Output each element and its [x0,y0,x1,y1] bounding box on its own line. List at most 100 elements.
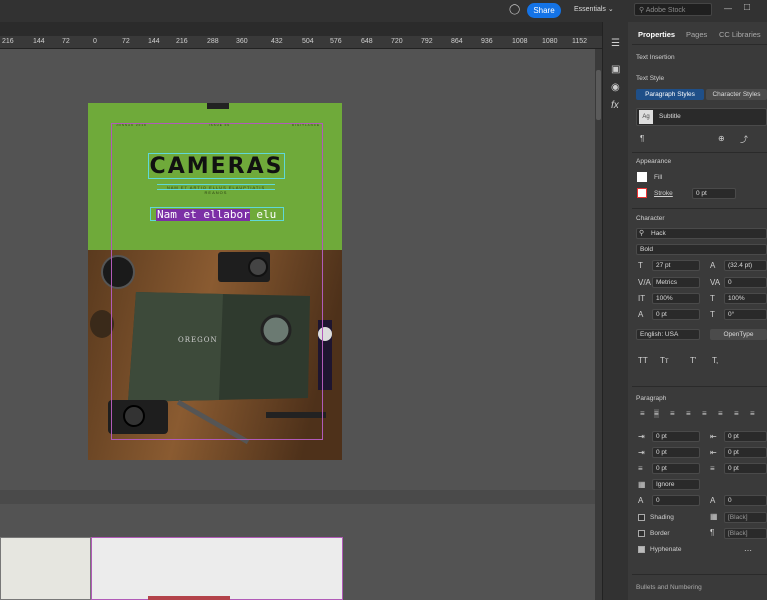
tracking-field[interactable]: 0 [724,277,767,288]
stroke-label[interactable]: Stroke [654,190,673,197]
font-size-field[interactable]: 27 pt [652,260,700,271]
opentype-button[interactable]: OpenType [710,329,767,340]
border-settings-icon[interactable]: ¶ [710,528,714,537]
ruler-label: 360 [236,38,248,45]
horizontal-scale-value: 100% [728,295,745,302]
minimize-icon[interactable]: — [724,4,734,13]
ruler-label: 216 [2,38,14,45]
chevron-down-icon: ⌄ [607,6,614,13]
drop-cap-chars-field[interactable]: 0 [724,495,767,506]
align-right-icon[interactable]: ≡ [670,409,675,418]
paragraph-styles-tab[interactable]: Paragraph Styles [636,89,704,100]
shading-settings-icon[interactable]: ▦ [710,512,718,521]
leading-field[interactable]: (32.4 pt) [724,260,767,271]
shading-checkbox[interactable] [638,514,645,521]
superscript-button[interactable]: T' [690,356,696,365]
frame-handle[interactable] [207,103,229,109]
document-page-next[interactable] [91,537,343,600]
justify-all-icon[interactable]: ≡ [734,409,739,418]
share-button[interactable]: Share [527,3,561,18]
language-dropdown[interactable]: English: USA [636,329,700,340]
left-indent-field[interactable]: 0 pt [652,431,700,442]
tab-pages[interactable]: Pages [686,30,707,39]
section-text-insertion: Text Insertion [636,54,675,61]
font-size-icon: T [638,261,643,270]
spread-divider [0,490,595,504]
pilcrow-icon[interactable]: ¶ [640,134,644,143]
stroke-swatch[interactable] [637,188,647,198]
font-style-dropdown[interactable]: Bold [636,244,767,255]
space-before-icon: ≡ [638,464,643,473]
horizontal-scale-icon: T [710,294,715,303]
border-swatch-dropdown[interactable]: [Black] [724,528,767,539]
hamburger-icon[interactable]: ☰ [611,38,620,49]
last-line-indent-field[interactable]: 0 pt [724,447,767,458]
header-left: JONNAK 2019 [116,123,147,127]
baseline-shift-value: 0 pt [656,311,667,318]
fx-icon[interactable]: fx [611,100,619,111]
workspace-switcher[interactable]: Essentials ⌄ [574,5,614,13]
align-center-icon[interactable]: ≡ [654,409,659,418]
skew-field[interactable]: 0° [724,309,767,320]
language-value: English: USA [640,331,679,338]
fill-label[interactable]: Fill [654,174,662,181]
scrollbar-thumb[interactable] [596,70,601,120]
subscript-button[interactable]: T, [712,356,718,365]
shading-swatch-dropdown[interactable]: [Black] [724,512,767,523]
space-after-icon: ≡ [710,464,715,473]
border-checkbox[interactable] [638,530,645,537]
align-left-icon[interactable]: ≡ [640,409,645,418]
skew-value: 0° [728,311,735,318]
small-caps-button[interactable]: Tт [660,356,669,365]
space-before-field[interactable]: 0 pt [652,463,700,474]
kerning-field[interactable]: Metrics [652,277,700,288]
space-after-field[interactable]: 0 pt [724,463,767,474]
more-options-icon[interactable]: ⋯ [744,546,752,555]
stroke-weight-field[interactable]: 0 pt [692,188,736,199]
kerning-icon: V/A [638,278,651,287]
page-frame [148,596,230,600]
align-spine-icon[interactable]: ≡ [750,409,755,418]
border-swatch-value: [Black] [728,530,748,537]
first-line-indent-field[interactable]: 0 pt [652,447,700,458]
character-styles-tab[interactable]: Character Styles [706,89,767,100]
ruler-label: 792 [421,38,433,45]
ruler-label: 144 [148,38,160,45]
vertical-scrollbar[interactable] [595,49,602,600]
horizontal-scale-field[interactable]: 100% [724,293,767,304]
tab-properties[interactable]: Properties [638,30,675,39]
style-dropdown[interactable]: Subtitle [636,108,767,126]
justify-center-icon[interactable]: ≡ [702,409,707,418]
baseline-shift-field[interactable]: 0 pt [652,309,700,320]
lightbulb-icon[interactable]: ◯ [509,4,520,16]
all-caps-button[interactable]: TT [638,356,648,365]
horizontal-ruler[interactable]: 216 144 72 0 72 144 216 288 360 432 504 … [0,36,602,49]
ruler-label: 288 [207,38,219,45]
tracking-icon: VA [710,278,721,287]
clear-overrides-icon[interactable]: ⤴ [740,134,748,145]
cover-title[interactable]: CAMERAS [148,153,285,179]
drop-cap-lines-field[interactable]: 0 [652,495,700,506]
grid-align-dropdown[interactable]: Ignore [652,479,700,490]
new-style-icon[interactable]: ⊕ [718,134,725,143]
tab-cc-libraries[interactable]: CC Libraries [719,30,761,39]
fill-swatch[interactable] [637,172,647,182]
layers-icon[interactable]: ▣ [611,64,620,75]
selected-text-line[interactable]: Nam et ellabor elu [157,208,276,222]
vertical-scale-icon: IT [638,294,646,303]
justify-left-icon[interactable]: ≡ [686,409,691,418]
justify-right-icon[interactable]: ≡ [718,409,723,418]
font-family-dropdown[interactable]: Hack [636,228,767,239]
maximize-icon[interactable]: □ [744,2,754,13]
ruler-label: 72 [122,38,130,45]
right-indent-field[interactable]: 0 pt [724,431,767,442]
effects-icon[interactable]: ◉ [611,82,620,93]
document-page-left[interactable] [0,537,91,600]
cover-subtitle[interactable]: NAM ET ARTIO ELLUS ELAUPTIATIS REANOS [157,184,275,195]
selected-text: Nam et ellabor [157,208,250,221]
document-tab-bar [0,22,602,36]
stock-search-input[interactable]: ⚲ Adobe Stock [634,3,712,16]
vertical-scale-field[interactable]: 100% [652,293,700,304]
style-preview-icon: Ag [639,110,653,124]
hyphenate-checkbox[interactable] [638,546,645,553]
